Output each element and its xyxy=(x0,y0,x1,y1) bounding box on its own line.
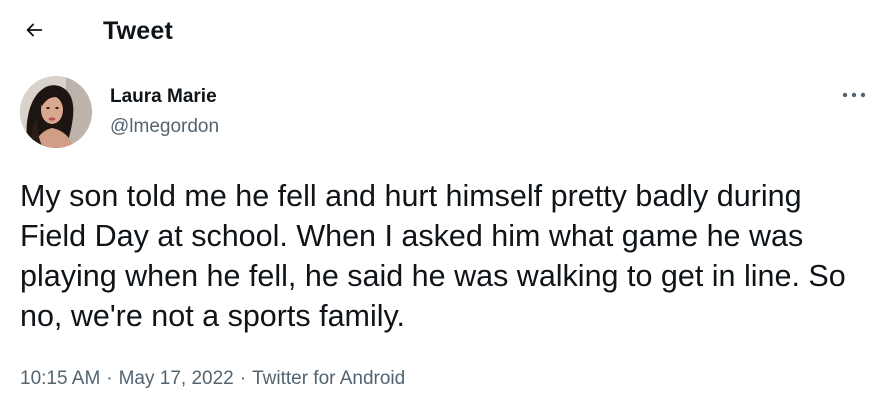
tweet-header: Tweet xyxy=(0,0,886,64)
author-handle[interactable]: @lmegordon xyxy=(110,116,219,138)
back-button[interactable] xyxy=(14,12,54,52)
more-button[interactable] xyxy=(838,82,870,108)
tweet-source[interactable]: Twitter for Android xyxy=(252,368,405,389)
tweet-time[interactable]: 10:15 AM xyxy=(20,368,100,389)
tweet-text: My son told me he fell and hurt himself … xyxy=(20,179,846,333)
more-horizontal-icon xyxy=(840,86,868,104)
meta-separator: · xyxy=(239,368,247,389)
meta-separator: · xyxy=(106,368,113,389)
author-name[interactable]: Laura Marie xyxy=(110,86,217,108)
page-title: Tweet xyxy=(103,17,173,45)
tweet-date[interactable]: May 17, 2022 xyxy=(119,368,234,389)
tweet-meta: 10:15 AM · May 17, 2022 · Twitter for Androi… xyxy=(20,368,405,390)
avatar[interactable] xyxy=(20,76,92,148)
arrow-left-icon xyxy=(23,19,45,46)
